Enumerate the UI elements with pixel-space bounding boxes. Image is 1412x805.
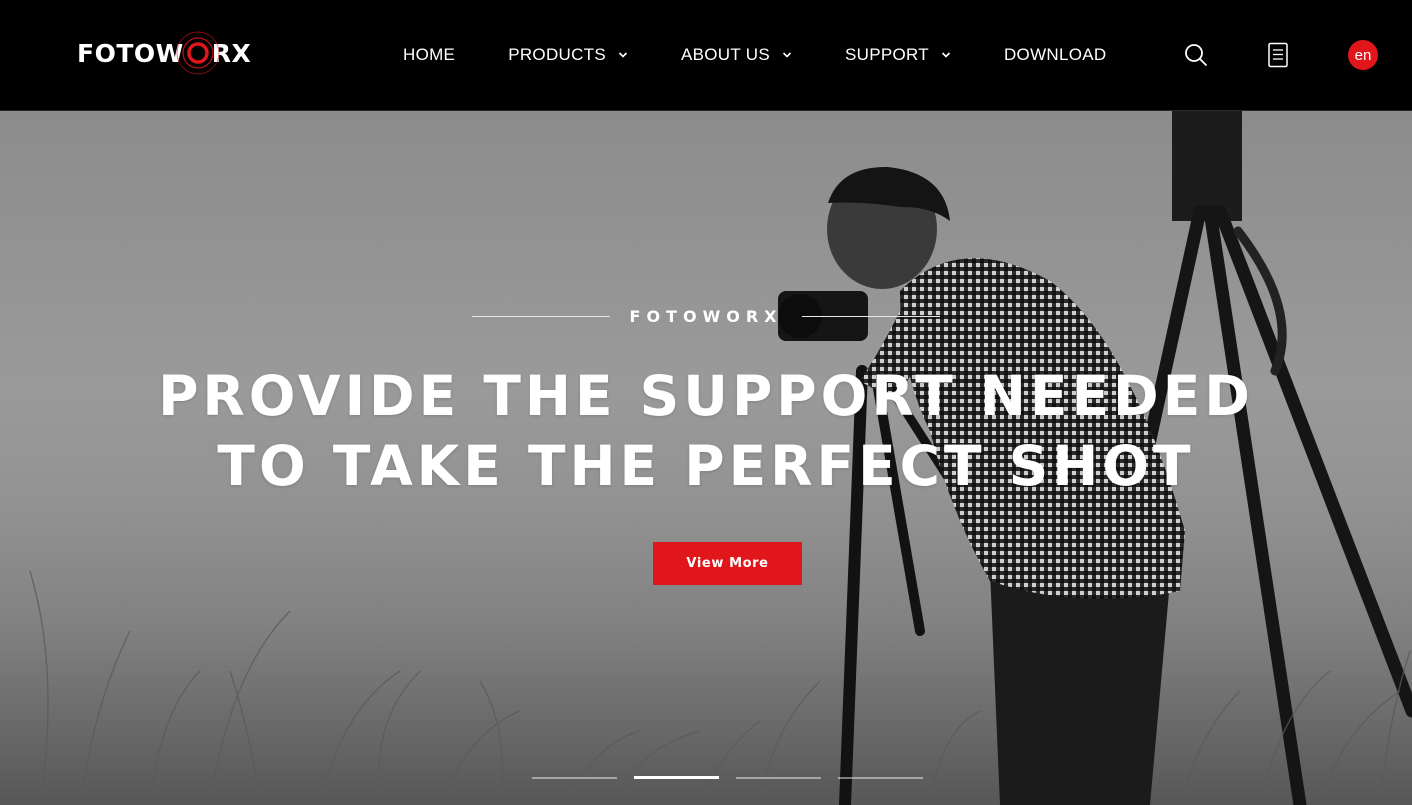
eyebrow-line-left xyxy=(471,316,610,317)
view-more-button[interactable]: View More xyxy=(653,542,802,585)
nav-item-label: PRODUCTS xyxy=(508,45,606,64)
language-switcher[interactable]: en xyxy=(1348,40,1378,70)
hero-headline: PROVIDE THE SUPPORT NEEDED TO TAKE THE P… xyxy=(0,361,1412,501)
search-icon xyxy=(1185,44,1207,66)
slide-indicator-3[interactable] xyxy=(736,777,821,779)
logo-text-start: FOTOW xyxy=(77,38,184,68)
eyebrow-text: FOTOWORX xyxy=(629,307,783,326)
site-header: FOTOW RX HOME PRODUCTS ABOUT US SUPPORT … xyxy=(0,0,1412,111)
headline-line-2: TO TAKE THE PERFECT SHOT xyxy=(217,434,1195,498)
nav-item-label: DOWNLOAD xyxy=(1003,45,1107,64)
nav-item-label: ABOUT US xyxy=(681,45,770,64)
hero-eyebrow: FOTOWORX xyxy=(0,307,1412,326)
nav-item-support[interactable]: SUPPORT xyxy=(845,45,951,65)
logo-o-ring xyxy=(176,31,220,75)
page: FOTOW RX HOME PRODUCTS ABOUT US SUPPORT … xyxy=(0,0,1412,805)
headline-line-1: PROVIDE THE SUPPORT NEEDED xyxy=(158,364,1254,428)
chevron-down-icon xyxy=(782,52,792,58)
header-actions: en xyxy=(1180,0,1378,110)
document-icon xyxy=(1268,42,1288,68)
slider-pagination xyxy=(532,776,940,779)
nav-item-label: HOME xyxy=(403,45,456,64)
slide-indicator-4[interactable] xyxy=(838,777,923,779)
nav-item-home[interactable]: HOME xyxy=(403,45,455,65)
logo-ring-icon xyxy=(176,31,220,75)
hero-banner: FOTOWORX PROVIDE THE SUPPORT NEEDED TO T… xyxy=(0,111,1412,805)
chevron-down-icon xyxy=(618,52,628,58)
nav-item-label: SUPPORT xyxy=(845,45,929,64)
chevron-down-icon xyxy=(941,52,951,58)
nav-item-download[interactable]: DOWNLOAD xyxy=(1004,45,1107,65)
nav-item-about-us[interactable]: ABOUT US xyxy=(681,45,792,65)
search-button[interactable] xyxy=(1180,39,1212,71)
logo[interactable]: FOTOW RX xyxy=(77,31,251,75)
slide-indicator-1[interactable] xyxy=(532,777,617,779)
nav-item-products[interactable]: PRODUCTS xyxy=(508,45,628,65)
document-button[interactable] xyxy=(1262,39,1294,71)
main-nav: HOME PRODUCTS ABOUT US SUPPORT DOWNLOAD xyxy=(403,0,1160,110)
eyebrow-line-right xyxy=(802,316,941,317)
slide-indicator-2[interactable] xyxy=(634,776,719,779)
